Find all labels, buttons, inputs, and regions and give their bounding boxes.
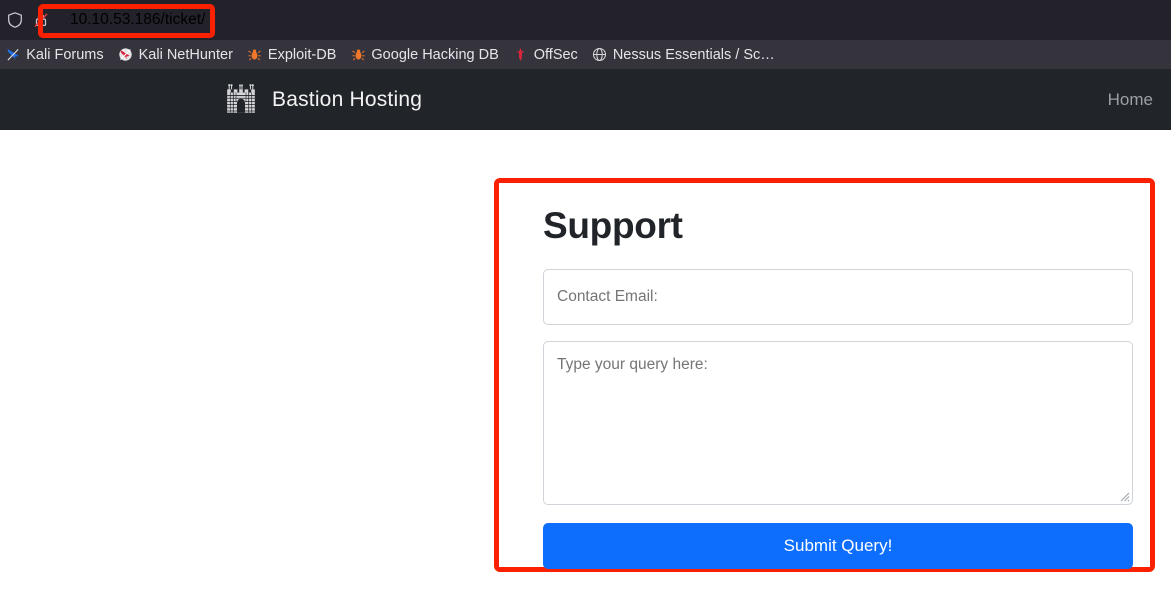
bookmark-kali-forums[interactable]: Kali Forums — [0, 43, 111, 67]
submit-query-button[interactable]: Submit Query! — [543, 523, 1133, 569]
browser-url-bar[interactable]: 10.10.53.186/ticket/ — [0, 0, 1171, 40]
bookmark-offsec[interactable]: OffSec — [506, 43, 585, 67]
bookmark-label: Kali Forums — [26, 47, 103, 63]
page-body: Support Submit Query! — [0, 130, 1171, 593]
nav-link-home[interactable]: Home — [1108, 90, 1153, 110]
url-input[interactable]: 10.10.53.186/ticket/ — [60, 6, 215, 34]
support-card: Support Submit Query! — [499, 183, 1150, 567]
bookmark-nessus-essentials[interactable]: Nessus Essentials / Sc… — [585, 43, 782, 67]
castle-gate-icon — [224, 83, 258, 117]
kali-dragon-red-icon — [118, 47, 134, 63]
browser-chrome: 10.10.53.186/ticket/ s Kali Forums — [0, 0, 1171, 69]
bookmark-label: Kali NetHunter — [139, 47, 233, 63]
crossed-padlock-icon[interactable] — [28, 7, 54, 33]
shield-icon[interactable] — [2, 7, 28, 33]
kali-dragon-blue-icon — [5, 47, 21, 63]
bookmark-exploit-db[interactable]: Exploit-DB — [240, 43, 344, 67]
brand-name: Bastion Hosting — [272, 88, 422, 112]
offsec-dagger-icon — [513, 47, 529, 63]
bookmark-label: Exploit-DB — [268, 47, 337, 63]
support-form-highlight-annotation: Support Submit Query! — [494, 178, 1155, 572]
query-textarea-wrapper — [543, 341, 1133, 505]
url-path: /ticket/ — [161, 11, 206, 29]
query-textarea[interactable] — [543, 341, 1133, 505]
page-title: Support — [543, 205, 1106, 247]
site-navbar: Bastion Hosting Home — [0, 69, 1171, 130]
brand-link[interactable]: Bastion Hosting — [224, 83, 422, 117]
url-host: 10.10.53.186 — [70, 11, 161, 29]
contact-email-input[interactable] — [543, 269, 1133, 325]
bookmark-kali-nethunter[interactable]: Kali NetHunter — [111, 43, 240, 67]
bookmark-label: Nessus Essentials / Sc… — [613, 47, 775, 63]
bookmark-label: OffSec — [534, 47, 578, 63]
bookmarks-bar[interactable]: s Kali Forums Kali NetHunter — [0, 40, 1171, 69]
exploit-db-bug-icon — [247, 47, 263, 63]
bookmark-google-hacking-db[interactable]: Google Hacking DB — [343, 43, 505, 67]
globe-icon — [592, 47, 608, 63]
google-hacking-db-bug-icon — [350, 47, 366, 63]
bookmark-label: Google Hacking DB — [371, 47, 498, 63]
